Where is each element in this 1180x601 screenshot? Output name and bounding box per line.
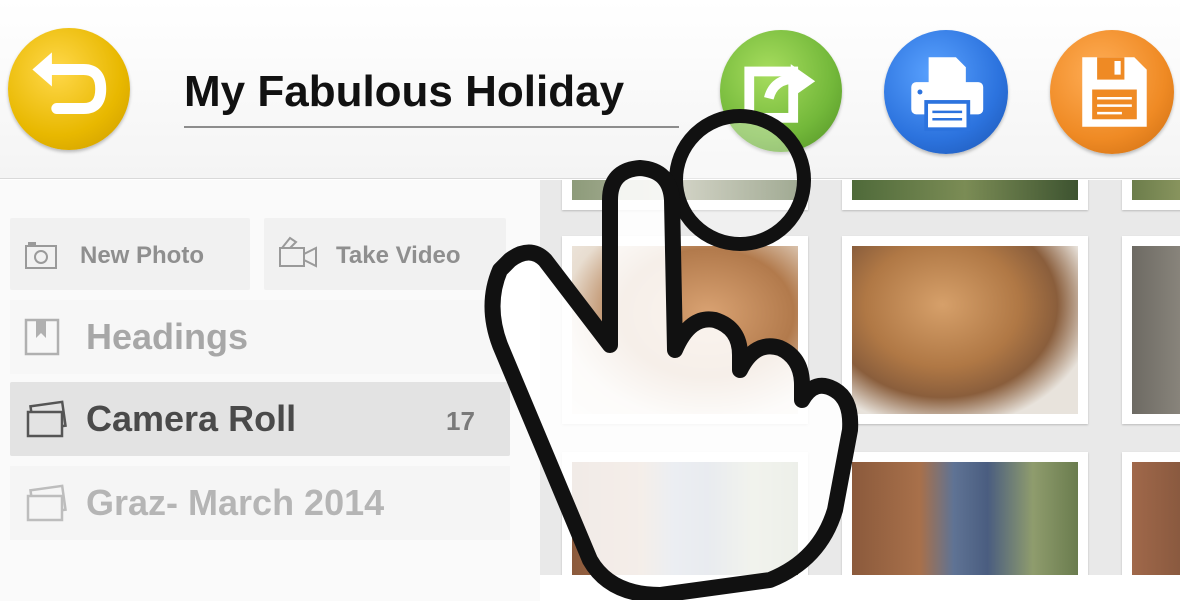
camera-icon bbox=[25, 242, 57, 269]
sidebar-item-label: Camera Roll bbox=[86, 398, 297, 439]
sidebar-item-graz-march-2014[interactable]: Graz- March 2014 bbox=[10, 466, 510, 540]
photo-thumbnail[interactable] bbox=[562, 236, 808, 424]
photo-thumbnail[interactable] bbox=[1122, 236, 1180, 424]
sidebar-item-label: Graz- March 2014 bbox=[86, 482, 385, 523]
new-photo-label: New Photo bbox=[80, 242, 204, 269]
photo-grid bbox=[540, 180, 1180, 575]
photo-thumbnail[interactable] bbox=[842, 236, 1088, 424]
printer-icon bbox=[911, 57, 984, 132]
sidebar-item-camera-roll[interactable]: Camera Roll 17 bbox=[10, 382, 510, 456]
document-title[interactable]: My Fabulous Holiday bbox=[184, 62, 679, 122]
floppy-disk-icon bbox=[1082, 57, 1147, 127]
save-button[interactable] bbox=[1050, 30, 1174, 154]
bookmark-icon bbox=[24, 318, 60, 356]
photo-thumbnail[interactable] bbox=[562, 180, 808, 210]
sidebar-item-label: Headings bbox=[86, 316, 249, 357]
sidebar-item-headings[interactable]: Headings bbox=[10, 300, 510, 374]
photos-stack-icon bbox=[26, 484, 67, 522]
new-photo-button[interactable]: New Photo bbox=[10, 218, 250, 290]
video-camera-icon bbox=[279, 236, 317, 268]
photo-thumbnail[interactable] bbox=[842, 452, 1088, 575]
photo-thumbnail[interactable] bbox=[842, 180, 1088, 210]
top-toolbar: My Fabulous Holiday bbox=[0, 0, 1180, 179]
take-video-button[interactable]: Take Video bbox=[264, 218, 506, 290]
photo-thumbnail[interactable] bbox=[1122, 180, 1180, 210]
share-button[interactable] bbox=[720, 30, 842, 152]
photo-thumbnail[interactable] bbox=[562, 452, 808, 575]
item-count-badge: 17 bbox=[446, 406, 475, 436]
photos-stack-icon bbox=[26, 400, 67, 438]
take-video-label: Take Video bbox=[336, 242, 461, 269]
back-arrow-icon bbox=[32, 52, 107, 115]
print-button[interactable] bbox=[884, 30, 1008, 154]
photo-thumbnail[interactable] bbox=[1122, 452, 1180, 575]
share-icon bbox=[744, 64, 816, 123]
document-title-field[interactable]: My Fabulous Holiday bbox=[184, 62, 679, 128]
back-button[interactable] bbox=[8, 28, 130, 150]
